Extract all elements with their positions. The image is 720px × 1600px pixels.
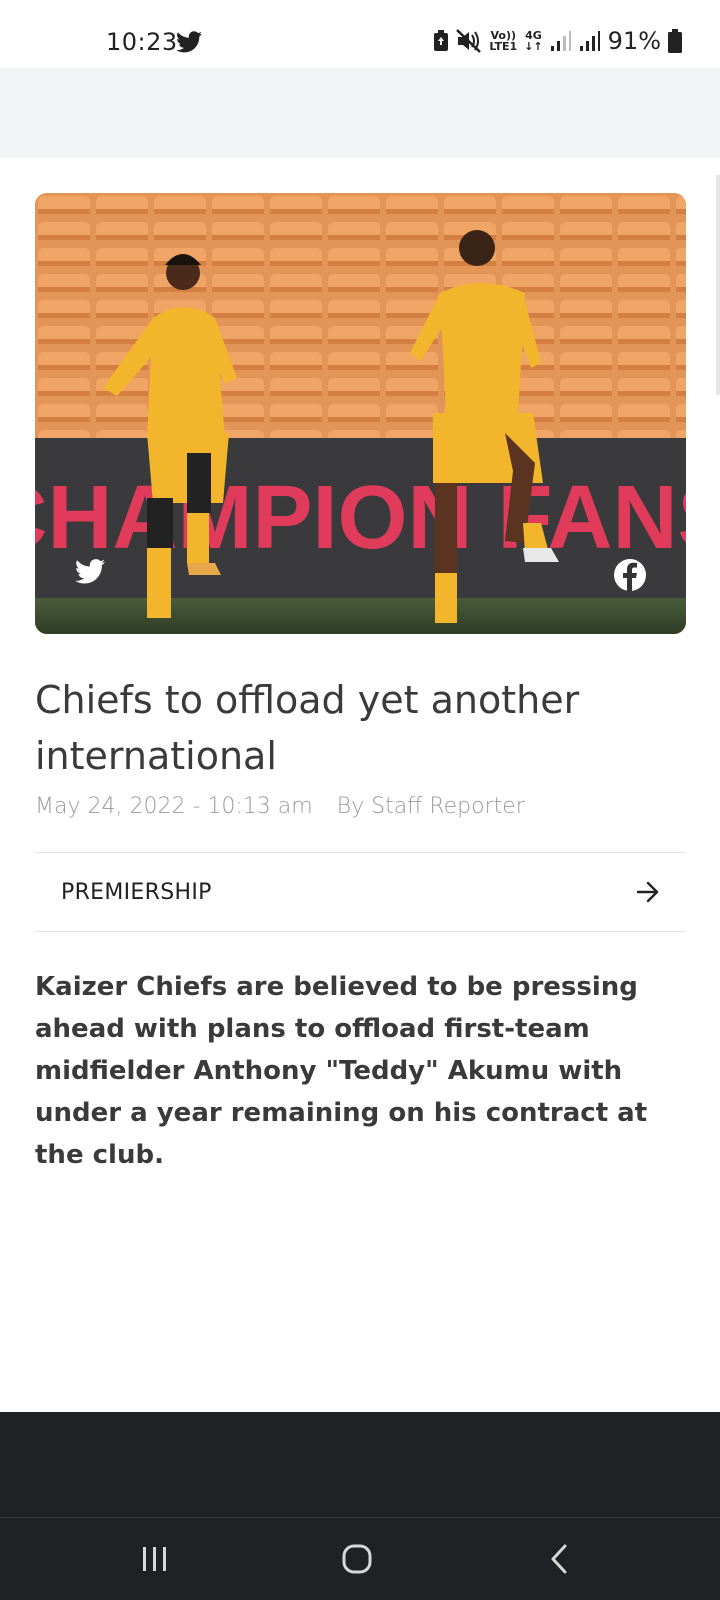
status-bar: 10:23 Vo)) LTE1 4G ↓↑ 91% xyxy=(0,0,720,68)
category-label: PREMIERSHIP xyxy=(61,879,212,905)
signal-icon xyxy=(579,31,600,51)
back-button[interactable] xyxy=(529,1536,589,1582)
status-icons: Vo)) LTE1 4G ↓↑ 91% xyxy=(433,26,682,56)
battery-percent: 91% xyxy=(607,27,661,55)
stadium-banner-text: CHAMPION FANS xyxy=(35,468,686,568)
article-lead: Kaizer Chiefs are believed to be pressin… xyxy=(35,972,648,1170)
recents-button[interactable] xyxy=(125,1536,185,1582)
article-date: May 24, 2022 - 10:13 am xyxy=(35,794,313,819)
navigation-bar xyxy=(0,1517,720,1600)
twitter-icon xyxy=(176,31,202,53)
network-type-indicator: 4G ↓↑ xyxy=(524,29,543,53)
header-placeholder xyxy=(0,68,720,158)
recents-icon xyxy=(143,1547,166,1571)
home-button[interactable] xyxy=(327,1536,387,1582)
battery-saver-icon xyxy=(434,30,449,51)
scrollbar[interactable] xyxy=(716,175,720,395)
status-time: 10:23 xyxy=(106,28,178,56)
hero-image: CHAMPION FANS xyxy=(35,193,686,634)
home-icon xyxy=(342,1544,372,1574)
battery-icon xyxy=(668,29,682,53)
category-link[interactable]: PREMIERSHIP xyxy=(35,853,686,931)
arrow-right-icon xyxy=(636,881,659,903)
article-author[interactable]: By Staff Reporter xyxy=(337,794,525,819)
back-icon xyxy=(551,1544,567,1574)
divider xyxy=(35,931,686,932)
footer-band xyxy=(0,1412,720,1517)
article-title: Chiefs to offload yet another internatio… xyxy=(35,678,580,778)
volte-indicator: Vo)) LTE1 xyxy=(489,29,518,53)
signal-icon xyxy=(550,31,571,51)
mute-icon xyxy=(456,29,482,53)
article-meta: May 24, 2022 - 10:13 am By Staff Reporter xyxy=(35,794,525,819)
